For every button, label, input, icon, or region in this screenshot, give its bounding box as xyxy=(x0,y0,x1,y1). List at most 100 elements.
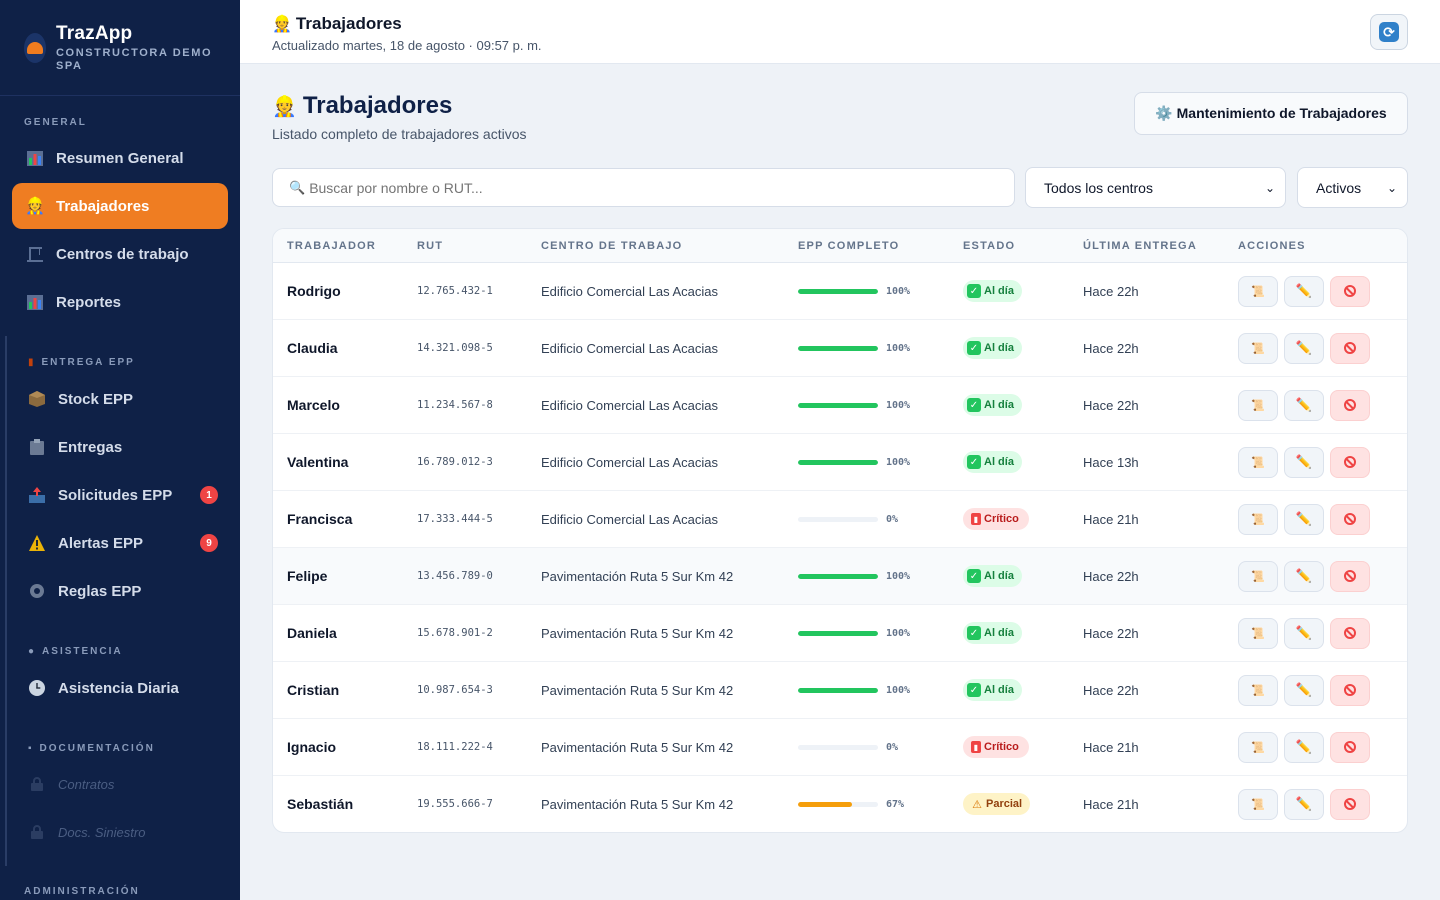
status-badge: ✓ Al día xyxy=(963,394,1022,416)
edit-button[interactable]: ✏️ xyxy=(1284,617,1324,649)
sidebar-item-siniestro: Docs. Siniestro xyxy=(14,809,230,855)
deactivate-button[interactable] xyxy=(1330,503,1370,535)
history-button[interactable]: 📜 xyxy=(1238,674,1278,706)
col-rut[interactable]: RUT xyxy=(417,240,443,252)
epp-progress-bar xyxy=(798,402,878,408)
row-actions: 📜 ✏️ xyxy=(1238,434,1376,490)
edit-button[interactable]: ✏️ xyxy=(1284,389,1324,421)
worker-name[interactable]: Rodrigo xyxy=(287,263,341,319)
history-button[interactable]: 📜 xyxy=(1238,617,1278,649)
table-row[interactable]: Sebastián 19.555.666-7 Pavimentación Ruta … xyxy=(273,776,1407,832)
refresh-icon: ⟳ xyxy=(1379,22,1399,42)
estado-cell: ✓ Al día xyxy=(963,263,1022,319)
col-epp[interactable]: EPP COMPLETO xyxy=(798,240,899,252)
epp-progress-bar xyxy=(798,345,878,351)
maintenance-button[interactable]: ⚙️ Mantenimiento de Trabajadores xyxy=(1134,92,1408,135)
history-button[interactable]: 📜 xyxy=(1238,503,1278,535)
table-row[interactable]: Claudia 14.321.098-5 Edificio Comercial La… xyxy=(273,320,1407,377)
sidebar-item-resumen[interactable]: Resumen General xyxy=(12,135,228,181)
sidebar-item-trabajadores[interactable]: 👷 Trabajadores xyxy=(12,183,228,229)
sidebar-item-label: Reportes xyxy=(56,293,122,311)
search-input[interactable] xyxy=(309,179,990,196)
edit-button[interactable]: ✏️ xyxy=(1284,446,1324,478)
col-estado[interactable]: ESTADO xyxy=(963,240,1015,252)
worker-name[interactable]: Francisca xyxy=(287,491,352,547)
estado-cell: ⚠ Parcial xyxy=(963,776,1031,832)
deactivate-button[interactable] xyxy=(1330,275,1370,307)
deactivate-button[interactable] xyxy=(1330,788,1370,820)
deactivate-button[interactable] xyxy=(1330,389,1370,421)
epp-progress-fill xyxy=(798,288,878,294)
alertas-count-badge: 9 xyxy=(200,534,218,552)
document-icon: ▪ xyxy=(28,743,34,754)
edit-button[interactable]: ✏️ xyxy=(1284,275,1324,307)
table-row[interactable]: Daniela 15.678.901-2 Pavimentación Ruta 5 … xyxy=(273,605,1407,662)
sidebar-item-reportes[interactable]: Reportes xyxy=(12,279,228,325)
sidebar-item-solicitudes[interactable]: Solicitudes EPP 1 xyxy=(14,472,230,518)
col-ultima[interactable]: ÚLTIMA ENTREGA xyxy=(1083,240,1197,252)
edit-button[interactable]: ✏️ xyxy=(1284,674,1324,706)
col-trabajador[interactable]: TRABAJADOR xyxy=(287,240,376,252)
prohibited-icon xyxy=(1344,570,1356,582)
search-box[interactable]: 🔍 xyxy=(272,168,1015,207)
edit-button[interactable]: ✏️ xyxy=(1284,332,1324,364)
worker-name[interactable]: Felipe xyxy=(287,548,327,604)
worker-name[interactable]: Valentina xyxy=(287,434,348,490)
epp-percent: 100% xyxy=(886,684,911,696)
table-row[interactable]: Valentina 16.789.012-3 Edificio Comercial … xyxy=(273,434,1407,491)
edit-button[interactable]: ✏️ xyxy=(1284,560,1324,592)
history-button[interactable]: 📜 xyxy=(1238,788,1278,820)
section-asistencia: ● ASISTENCIA xyxy=(4,646,123,657)
worker-name[interactable]: Marcelo xyxy=(287,377,340,433)
lock-icon xyxy=(26,773,48,795)
sidebar-item-centros[interactable]: Centros de trabajo xyxy=(12,231,228,277)
worker-icon: 👷 xyxy=(25,198,45,215)
status-label: Al día xyxy=(984,399,1014,411)
status-label: Al día xyxy=(984,285,1014,297)
history-button[interactable]: 📜 xyxy=(1238,446,1278,478)
edit-button[interactable]: ✏️ xyxy=(1284,731,1324,763)
worker-name[interactable]: Ignacio xyxy=(287,719,336,775)
table-row[interactable]: Cristian 10.987.654-3 Pavimentación Ruta 5… xyxy=(273,662,1407,719)
sidebar: TrazApp CONSTRUCTORA DEMO SPA GENERAL Re… xyxy=(0,0,240,900)
deactivate-button[interactable] xyxy=(1330,674,1370,706)
worker-name[interactable]: Daniela xyxy=(287,605,337,661)
table-row[interactable]: Felipe 13.456.789-0 Pavimentación Ruta 5 S… xyxy=(273,548,1407,605)
worker-name[interactable]: Sebastián xyxy=(287,776,353,832)
centro-select[interactable]: Todos los centros ⌄ xyxy=(1025,167,1286,208)
table-row[interactable]: Rodrigo 12.765.432-1 Edificio Comercial La… xyxy=(273,263,1407,320)
clipboard-icon xyxy=(26,436,48,458)
deactivate-button[interactable] xyxy=(1330,617,1370,649)
estado-select[interactable]: Activos ⌄ xyxy=(1297,167,1408,208)
epp-percent: 100% xyxy=(886,627,911,639)
sidebar-item-alertas[interactable]: Alertas EPP 9 xyxy=(14,520,230,566)
table-row[interactable]: Francisca 17.333.444-5 Edificio Comercial … xyxy=(273,491,1407,548)
sidebar-item-reglas[interactable]: Reglas EPP xyxy=(14,568,230,614)
table-row[interactable]: Marcelo 11.234.567-8 Edificio Comercial La… xyxy=(273,377,1407,434)
sidebar-item-asistencia-diaria[interactable]: Asistencia Diaria xyxy=(14,665,230,711)
history-button[interactable]: 📜 xyxy=(1238,731,1278,763)
ultima-entrega: Hace 22h xyxy=(1083,283,1139,299)
table-row[interactable]: Ignacio 18.111.222-4 Pavimentación Ruta 5 … xyxy=(273,719,1407,776)
edit-button[interactable]: ✏️ xyxy=(1284,788,1324,820)
deactivate-button[interactable] xyxy=(1330,560,1370,592)
worker-name[interactable]: Claudia xyxy=(287,320,338,376)
sidebar-item-stock[interactable]: Stock EPP xyxy=(14,376,230,422)
epp-percent: 100% xyxy=(886,285,911,297)
worker-rut: 10.987.654-3 xyxy=(417,684,493,696)
deactivate-button[interactable] xyxy=(1330,731,1370,763)
edit-button[interactable]: ✏️ xyxy=(1284,503,1324,535)
deactivate-button[interactable] xyxy=(1330,446,1370,478)
epp-progress-bar xyxy=(798,801,878,807)
worker-name[interactable]: Cristian xyxy=(287,662,339,718)
history-button[interactable]: 📜 xyxy=(1238,275,1278,307)
history-button[interactable]: 📜 xyxy=(1238,560,1278,592)
refresh-button[interactable]: ⟳ xyxy=(1370,14,1408,50)
deactivate-button[interactable] xyxy=(1330,332,1370,364)
history-button[interactable]: 📜 xyxy=(1238,389,1278,421)
brand[interactable]: TrazApp CONSTRUCTORA DEMO SPA xyxy=(0,0,240,96)
col-centro[interactable]: CENTRO DE TRABAJO xyxy=(541,240,682,252)
sidebar-item-entregas[interactable]: Entregas xyxy=(14,424,230,470)
worker-centro: Edificio Comercial Las Acacias xyxy=(541,340,719,356)
history-button[interactable]: 📜 xyxy=(1238,332,1278,364)
